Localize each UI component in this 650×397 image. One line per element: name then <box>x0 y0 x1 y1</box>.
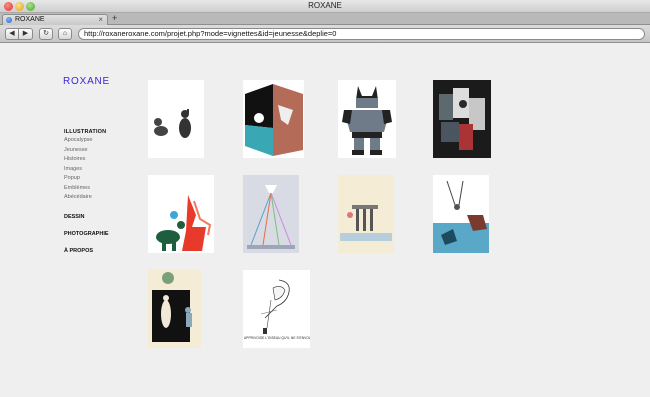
forward-button[interactable]: ▶ <box>19 28 33 40</box>
close-tab-icon[interactable]: × <box>98 15 103 24</box>
nav-item-jeunesse[interactable]: Jeunesse <box>64 147 106 157</box>
nav-apropos[interactable]: À PROPOS <box>64 248 93 254</box>
nav-item-histoires[interactable]: Histoires <box>64 156 106 166</box>
reload-button[interactable]: ↻ <box>39 28 53 40</box>
thumbnail-dinosaur-flames[interactable] <box>148 175 214 253</box>
dinosaur-flames-illustration <box>156 195 212 251</box>
lantern-illustration <box>247 185 295 249</box>
dark-collage-illustration <box>433 80 491 158</box>
acrobats-illustration <box>433 180 489 253</box>
thumbnail-lantern[interactable] <box>243 175 299 253</box>
address-bar[interactable]: http://roxaneroxane.com/projet.php?mode=… <box>78 28 645 40</box>
nav-item-images[interactable]: Images <box>64 166 106 176</box>
site-nav: ILLUSTRATION Apocalypse Jeunesse Histoir… <box>64 129 106 204</box>
thumbnail-bird[interactable]: APPRIVOISE L'OISEAU QU'IL NE S'ENVOLE <box>243 270 310 348</box>
dogs-illustration <box>154 109 191 138</box>
nav-illustration[interactable]: ILLUSTRATION <box>64 129 106 135</box>
new-tab-button[interactable]: + <box>112 13 117 23</box>
back-button[interactable]: ◀ <box>5 28 19 40</box>
batman-illustration <box>342 86 392 155</box>
window-titlebar: ROXANE <box>0 0 650 13</box>
nav-item-abecedaire[interactable]: Abécédaire <box>64 194 106 204</box>
thumbnail-woman-black[interactable] <box>148 270 201 348</box>
thumbnail-cube[interactable] <box>243 80 304 158</box>
tab-roxane[interactable]: ROXANE × <box>2 14 108 25</box>
site-logo[interactable]: ROXANE <box>63 76 110 87</box>
browser-toolbar: ◀ ▶ ↻ ⌂ http://roxaneroxane.com/projet.p… <box>0 25 650 43</box>
bird-caption: APPRIVOISE L'OISEAU QU'IL NE S'ENVOLE <box>244 336 310 340</box>
window-title: ROXANE <box>308 1 342 10</box>
nav-dessin[interactable]: DESSIN <box>64 214 84 220</box>
thumbnail-dark-collage[interactable] <box>433 80 491 158</box>
thumbnail-batman[interactable] <box>338 80 396 158</box>
nav-item-popup[interactable]: Popup <box>64 175 106 185</box>
globe-icon <box>6 17 12 23</box>
woman-black-illustration <box>152 272 192 342</box>
cube-illustration <box>245 84 303 156</box>
tab-label: ROXANE <box>15 16 45 23</box>
thumbnail-dogs[interactable] <box>148 80 204 158</box>
tab-bar: ROXANE × + <box>0 13 650 25</box>
nav-sub-list: Apocalypse Jeunesse Histoires Images Pop… <box>64 137 106 204</box>
nav-item-apocalypse[interactable]: Apocalypse <box>64 137 106 147</box>
columns-illustration <box>340 205 392 241</box>
home-button[interactable]: ⌂ <box>58 28 72 40</box>
nav-item-emblemes[interactable]: Emblèmes <box>64 185 106 195</box>
thumbnail-acrobats[interactable] <box>433 175 489 253</box>
nav-photographie[interactable]: PHOTOGRAPHIE <box>64 231 109 237</box>
thumbnail-columns[interactable] <box>338 175 394 253</box>
